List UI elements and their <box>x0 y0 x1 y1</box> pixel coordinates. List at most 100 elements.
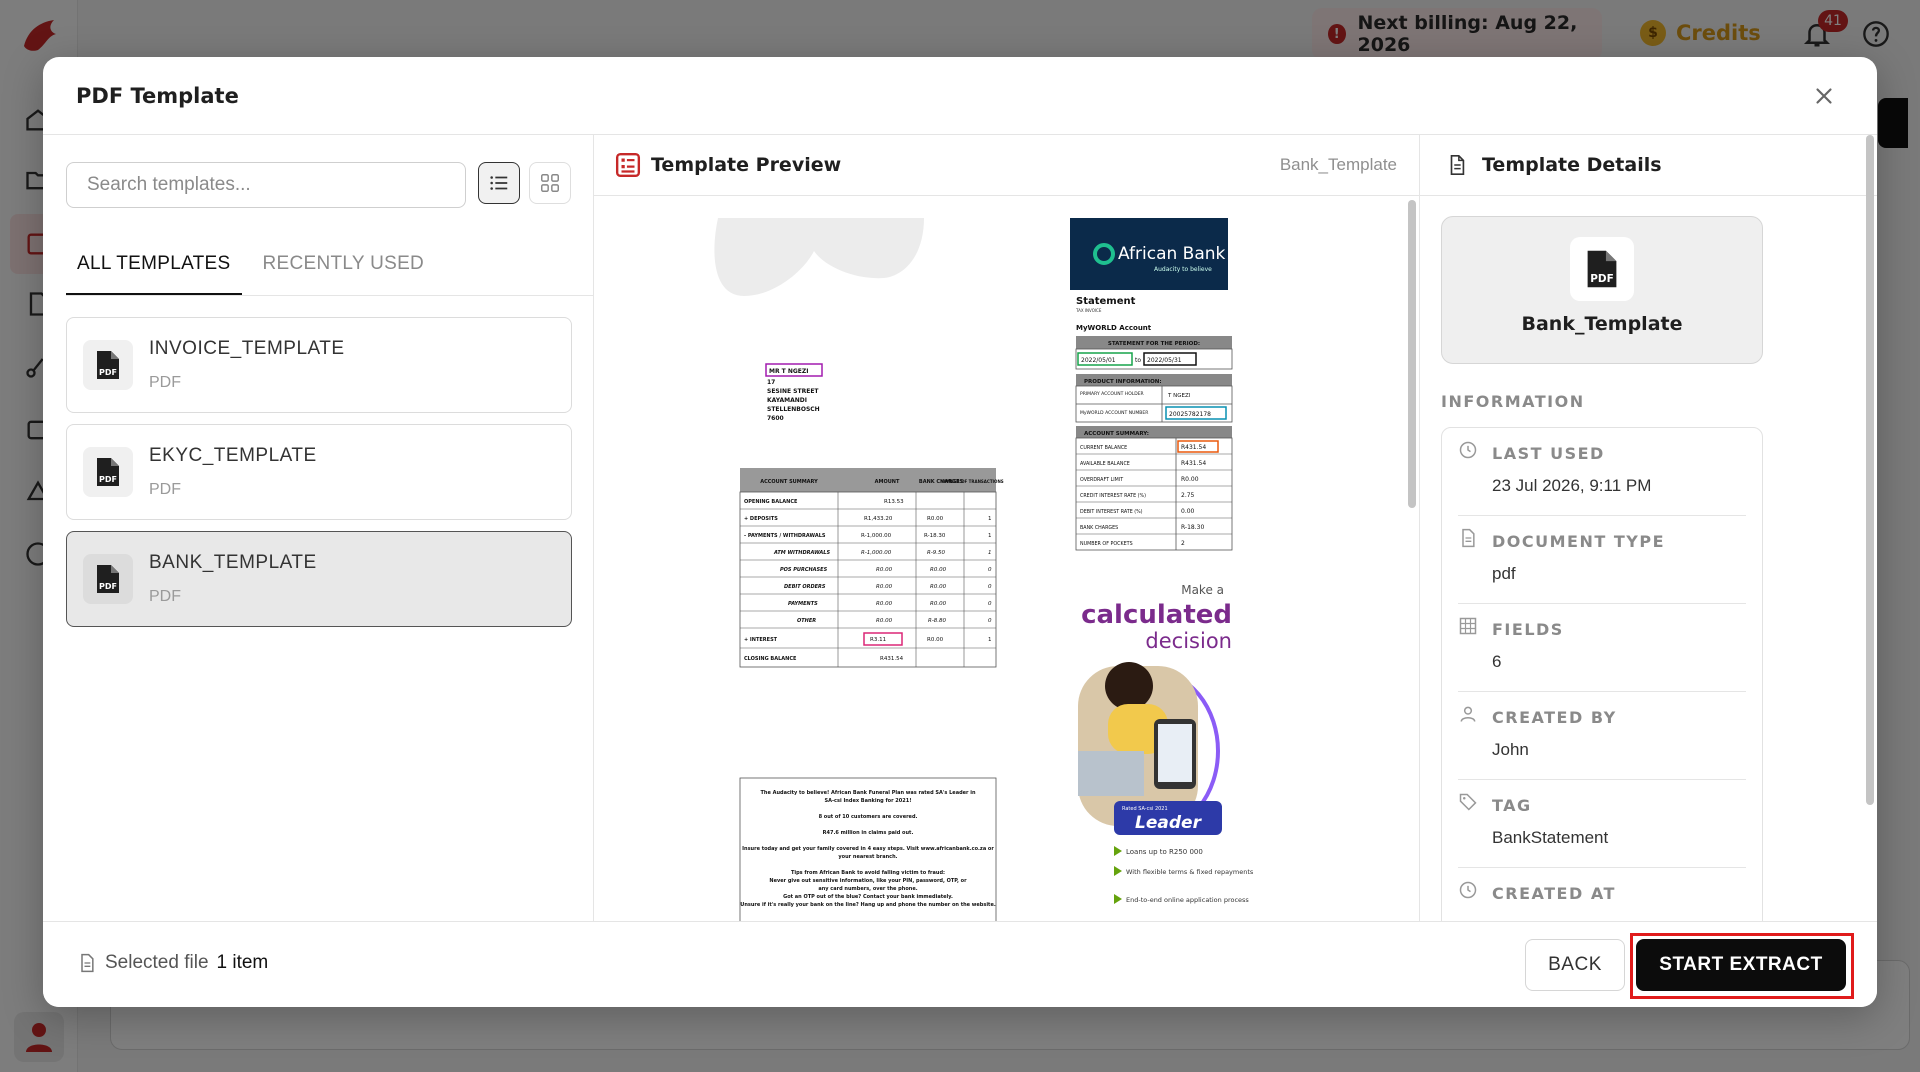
svg-text:PDF: PDF <box>99 475 117 484</box>
selection-status: Selected file 1 item <box>77 952 268 974</box>
address-line: 7600 <box>767 415 784 422</box>
details-scrollbar[interactable] <box>1866 135 1874 805</box>
table-row: PAYMENTS R0.00 R0.00 0 <box>740 601 996 612</box>
info-label: FIELDS <box>1492 620 1564 639</box>
info-label: LAST USED <box>1492 444 1605 463</box>
tab-recently-used[interactable]: RECENTLY USED <box>252 235 436 295</box>
svg-text:PDF: PDF <box>99 368 117 377</box>
back-button[interactable]: BACK <box>1525 939 1625 991</box>
details-header: Template Details <box>1420 135 1877 196</box>
pdf-template-modal: PDF Template ALL TEMPLATES RECENTLY USED… <box>43 57 1877 1007</box>
decorative-shape <box>714 218 924 296</box>
bullet-arrow-icon <box>1114 866 1122 876</box>
holder-value: T NGEZI <box>1167 393 1191 399</box>
template-type: PDF <box>149 481 181 498</box>
table-cell: 0 <box>988 567 992 573</box>
period-header: STATEMENT FOR THE PERIOD: <box>1108 341 1200 347</box>
modal-title: PDF Template <box>76 83 239 108</box>
summary-label: CURRENT BALANCE <box>1080 445 1127 451</box>
table-cell: R0.00 <box>927 516 944 522</box>
account-summary-table: ACCOUNT SUMMARY AMOUNT BANK CHARGES NUMB… <box>739 468 1004 668</box>
period-to-separator: to <box>1135 357 1141 364</box>
template-card-invoice[interactable]: PDF INVOICE_TEMPLATE PDF <box>66 317 572 413</box>
table-cell: R3.11 <box>870 637 886 643</box>
table-cell: R13.53 <box>884 499 904 505</box>
template-name: INVOICE_TEMPLATE <box>149 338 345 359</box>
modal-header: PDF Template <box>43 57 1877 135</box>
info-value: BankStatement <box>1492 828 1609 847</box>
notice-line: Tips from African Bank to avoid falling … <box>791 870 945 876</box>
table-cell: R-9.50 <box>927 550 946 556</box>
address-line: MR T NGEZI <box>769 368 809 375</box>
list-icon <box>490 176 508 190</box>
information-list: LAST USED 23 Jul 2026, 9:11 PM DOCUMENT … <box>1441 427 1763 947</box>
selection-count: 1 item <box>216 952 269 973</box>
table-cell: 1 <box>988 533 992 539</box>
start-extract-button[interactable]: START EXTRACT <box>1636 939 1846 991</box>
phone-screen <box>1158 724 1192 782</box>
document-icon <box>1462 528 1475 548</box>
notice-line: Got an OTP out of the blue? Contact your… <box>783 894 953 900</box>
pdf-file-icon: PDF <box>83 554 133 604</box>
svg-text:PDF: PDF <box>1590 273 1613 285</box>
template-card-bank[interactable]: PDF BANK_TEMPLATE PDF <box>66 531 572 627</box>
notice-box: The Audacity to believe! African Bank Fu… <box>739 777 997 921</box>
template-list-pane: ALL TEMPLATES RECENTLY USED PDF INVOICE_… <box>43 135 594 921</box>
document-icon <box>1450 155 1465 175</box>
preview-scrollbar[interactable] <box>1408 200 1416 508</box>
info-label: CREATED AT <box>1492 884 1616 903</box>
table-cell: + DEPOSITS <box>744 516 778 522</box>
grid-view-button[interactable] <box>529 162 571 204</box>
summary-label: CREDIT INTEREST RATE (%) <box>1080 493 1146 499</box>
statement-info-block: STATEMENT FOR THE PERIOD: 2022/05/01 to … <box>1075 336 1233 551</box>
table-cell: 0 <box>988 601 992 607</box>
summary-label: DEBIT INTEREST RATE (%) <box>1080 509 1143 515</box>
notice-line: 8 out of 10 customers are covered. <box>819 814 918 820</box>
address-line: KAYAMANDI <box>767 397 807 404</box>
promo-photo-person <box>1105 662 1153 710</box>
table-row: DEBIT ORDERS R0.00 R0.00 0 <box>740 584 996 595</box>
summary-value: R431.54 <box>1181 460 1206 467</box>
product-header: PRODUCT INFORMATION: <box>1084 379 1162 385</box>
account-number-value: 20025782178 <box>1169 411 1211 418</box>
table-cell: R-8.80 <box>928 618 947 624</box>
table-header: NUMBER OF TRANSACTIONS <box>940 479 1003 484</box>
table-row: - PAYMENTS / WITHDRAWALS R-1,000.00 R-18.3… <box>740 533 996 544</box>
document-preview[interactable]: MR T NGEZI 17 SESINE STREET KAYAMANDI ST… <box>594 196 1419 921</box>
bullet-arrow-icon <box>1114 846 1122 856</box>
bank-logo-name: African Bank <box>1118 244 1226 264</box>
template-details-pane: Template Details PDF Bank_Template INFOR… <box>1420 135 1877 947</box>
tag-icon <box>1459 793 1477 811</box>
summary-label: NUMBER OF POCKETS <box>1080 541 1133 547</box>
summary-value: R-18.30 <box>1181 524 1204 531</box>
promo-bullet: With flexible terms & fixed repayments <box>1126 868 1254 876</box>
bank-logo-tagline: Audacity to believe <box>1154 266 1212 273</box>
list-view-button[interactable] <box>478 162 520 204</box>
notice-line: Unsure if it's really your bank on the l… <box>740 902 996 908</box>
template-card-ekyc[interactable]: PDF EKYC_TEMPLATE PDF <box>66 424 572 520</box>
bullet-arrow-icon <box>1114 894 1122 904</box>
summary-label: AVAILABLE BALANCE <box>1080 461 1130 467</box>
preview-icon <box>615 152 641 178</box>
table-cell: CLOSING BALANCE <box>744 656 797 662</box>
table-row: ATM WITHDRAWALS R-1,000.00 R-9.50 1 <box>740 550 996 561</box>
table-header: AMOUNT <box>875 479 900 485</box>
promo-decision: decision <box>1145 629 1232 653</box>
user-icon <box>1460 706 1476 722</box>
period-from: 2022/05/01 <box>1081 357 1116 364</box>
template-preview-pane: Template Preview Bank_Template MR T NGEZ… <box>594 135 1420 921</box>
modal-body: ALL TEMPLATES RECENTLY USED PDF INVOICE_… <box>43 135 1877 947</box>
summary-header: ACCOUNT SUMMARY: <box>1084 431 1149 437</box>
tab-all-templates[interactable]: ALL TEMPLATES <box>66 235 242 295</box>
svg-text:PDF: PDF <box>99 582 117 591</box>
selection-label: Selected file <box>105 952 209 973</box>
info-row-tag: TAG BankStatement <box>1458 780 1746 868</box>
info-label: DOCUMENT TYPE <box>1492 532 1665 551</box>
info-row-fields: FIELDS 6 <box>1458 604 1746 692</box>
table-cell: R0.00 <box>930 567 947 573</box>
table-cell: 1 <box>988 550 992 556</box>
close-icon[interactable] <box>1811 83 1837 109</box>
search-input[interactable] <box>66 162 466 208</box>
promo-bullet: End-to-end online application process <box>1126 896 1249 904</box>
summary-value: 2 <box>1181 540 1185 547</box>
